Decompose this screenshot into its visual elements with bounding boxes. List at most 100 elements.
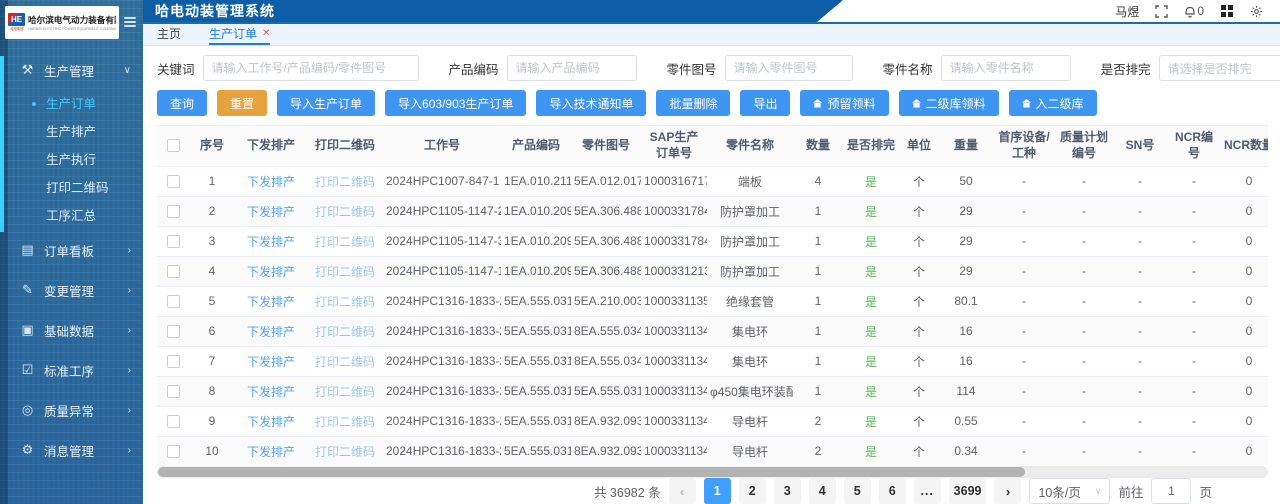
dispatch-link[interactable]: 下发排产 — [247, 445, 295, 459]
l2-in-button[interactable]: 入二级库 — [1008, 90, 1097, 116]
cell-no: 4 — [189, 256, 235, 287]
print-qr-link[interactable]: 打印二维码 — [315, 445, 375, 459]
page-button-4[interactable]: 4 — [808, 478, 836, 504]
print-qr-link[interactable]: 打印二维码 — [315, 235, 375, 249]
sidebar-item-生产排产[interactable]: 生产排产 — [0, 118, 143, 146]
page-button-3699[interactable]: 3699 — [948, 478, 987, 504]
print-qr-link[interactable]: 打印二维码 — [315, 295, 375, 309]
cell-done: 是 — [843, 316, 899, 347]
reserve-pick-button[interactable]: 预留领料 — [800, 90, 889, 116]
print-qr-link[interactable]: 打印二维码 — [315, 385, 375, 399]
select-all-checkbox[interactable] — [166, 139, 180, 153]
reset-button[interactable]: 重置 — [217, 90, 268, 116]
cell-dev: - — [993, 376, 1055, 407]
cell-part: 5EA.210.0032 — [571, 286, 641, 317]
sidebar-item-工序汇总[interactable]: 工序汇总 — [0, 202, 143, 230]
query-button[interactable]: 查询 — [157, 90, 208, 116]
row-checkbox[interactable] — [166, 175, 180, 189]
sidebar-item-生产订单[interactable]: 生产订单 — [0, 90, 143, 118]
dispatch-link[interactable]: 下发排产 — [247, 295, 295, 309]
print-qr-link[interactable]: 打印二维码 — [315, 325, 375, 339]
page-button-6[interactable]: 6 — [878, 478, 906, 504]
row-checkbox[interactable] — [166, 235, 180, 249]
sidebar-group-消息管理[interactable]: ⚙ 消息管理 › — [0, 430, 143, 470]
row-checkbox[interactable] — [166, 445, 180, 459]
dispatch-link[interactable]: 下发排产 — [247, 355, 295, 369]
scrollbar-thumb[interactable] — [158, 467, 1025, 477]
part-name-input[interactable] — [940, 55, 1071, 81]
export-button[interactable]: 导出 — [740, 90, 791, 116]
sidebar-group-生产管理[interactable]: ⚒ 生产管理 ∨ — [0, 50, 143, 90]
apps-grid-icon[interactable] — [1219, 4, 1234, 19]
part-number-input[interactable] — [724, 55, 853, 81]
sidebar-menu: ⚒ 生产管理 ∨ 生产订单 生产排产 生产执行 打印二维码 工序汇总 ▤ 订单看板 › ✎ 变更管理 › ▣… — [0, 44, 143, 470]
sidebar-item-打印二维码[interactable]: 打印二维码 — [0, 174, 143, 202]
row-checkbox[interactable] — [166, 385, 180, 399]
sorted-select[interactable]: 请选择是否排完 ∨ — [1158, 55, 1280, 81]
collapse-sidebar-icon[interactable] — [124, 17, 136, 27]
dispatch-link[interactable]: 下发排产 — [247, 385, 295, 399]
row-checkbox[interactable] — [166, 205, 180, 219]
horizontal-scrollbar[interactable] — [157, 466, 1268, 478]
cell-sap: 10003311344 — [641, 376, 707, 407]
goto-page-input[interactable] — [1151, 478, 1192, 504]
print-qr-link[interactable]: 打印二维码 — [315, 205, 375, 219]
print-qr-link[interactable]: 打印二维码 — [315, 355, 375, 369]
sidebar-item-生产执行[interactable]: 生产执行 — [0, 146, 143, 174]
print-qr-link[interactable]: 打印二维码 — [315, 175, 375, 189]
dispatch-link[interactable]: 下发排产 — [247, 265, 295, 279]
sidebar-group-质量异常[interactable]: ◎ 质量异常 › — [0, 390, 143, 430]
notifications[interactable]: 0 — [1184, 4, 1204, 18]
current-user[interactable]: 马煜 — [1115, 3, 1139, 20]
page-size-select[interactable]: 10条/页 ∨ — [1029, 478, 1111, 504]
column-header: 工作号 — [383, 126, 501, 167]
cell-done: 是 — [843, 406, 899, 437]
import-603-button[interactable]: 导入603/903生产订单 — [385, 90, 527, 116]
page-button-2[interactable]: 2 — [738, 478, 766, 504]
page-button-3[interactable]: 3 — [773, 478, 801, 504]
settings-gear-icon[interactable] — [1249, 4, 1264, 19]
sidebar-group-变更管理[interactable]: ✎ 变更管理 › — [0, 270, 143, 310]
keyword-input[interactable] — [202, 55, 419, 81]
row-select-cell — [157, 436, 189, 465]
dispatch-link[interactable]: 下发排产 — [247, 235, 295, 249]
cell-sap: 10003167172 — [641, 166, 707, 197]
next-page-button[interactable]: › — [994, 478, 1022, 504]
dispatch-link-cell: 下发排产 — [235, 226, 307, 257]
sidebar-group-基础数据[interactable]: ▣ 基础数据 › — [0, 310, 143, 350]
row-checkbox[interactable] — [166, 415, 180, 429]
cell-part: 5EA.555.0312 — [571, 376, 641, 407]
row-checkbox[interactable] — [166, 265, 180, 279]
dispatch-link[interactable]: 下发排产 — [247, 325, 295, 339]
row-checkbox[interactable] — [166, 295, 180, 309]
print-qr-link[interactable]: 打印二维码 — [315, 265, 375, 279]
cell-product: 5EA.555.0312 — [501, 316, 571, 347]
prev-page-button[interactable]: ‹ — [668, 478, 696, 504]
import-order-button[interactable]: 导入生产订单 — [277, 90, 376, 116]
keyword-label: 关键词 — [157, 62, 195, 77]
sidebar-group-订单看板[interactable]: ▤ 订单看板 › — [0, 230, 143, 270]
dispatch-link[interactable]: 下发排产 — [247, 205, 295, 219]
row-checkbox[interactable] — [166, 355, 180, 369]
batch-delete-button[interactable]: 批量删除 — [656, 90, 731, 116]
tab-production-order[interactable]: 生产订单 ✕ — [209, 24, 271, 45]
more-pages-button[interactable]: ... — [913, 478, 941, 504]
print-qr-link-cell: 打印二维码 — [307, 406, 383, 437]
dispatch-link-cell: 下发排产 — [235, 436, 307, 465]
cell-job: 2024HPC1316-1833-2 — [383, 436, 501, 465]
company-name-zh: 哈尔滨电气动力装备有限公司 — [28, 14, 116, 25]
close-tab-icon[interactable]: ✕ — [262, 28, 270, 39]
l2-pick-button[interactable]: 二级库领料 — [898, 90, 999, 116]
print-qr-link[interactable]: 打印二维码 — [315, 415, 375, 429]
fullscreen-icon[interactable] — [1154, 4, 1169, 19]
dispatch-link[interactable]: 下发排产 — [247, 415, 295, 429]
sidebar-group-标准工序[interactable]: ☑ 标准工序 › — [0, 350, 143, 390]
cell-no: 3 — [189, 226, 235, 257]
tab-home[interactable]: 主页 — [157, 24, 181, 45]
page-button-1[interactable]: 1 — [703, 478, 731, 504]
row-checkbox[interactable] — [166, 325, 180, 339]
page-button-5[interactable]: 5 — [843, 478, 871, 504]
product-code-input[interactable] — [506, 55, 637, 81]
dispatch-link[interactable]: 下发排产 — [247, 175, 295, 189]
import-tech-notice-button[interactable]: 导入技术通知单 — [536, 90, 647, 116]
